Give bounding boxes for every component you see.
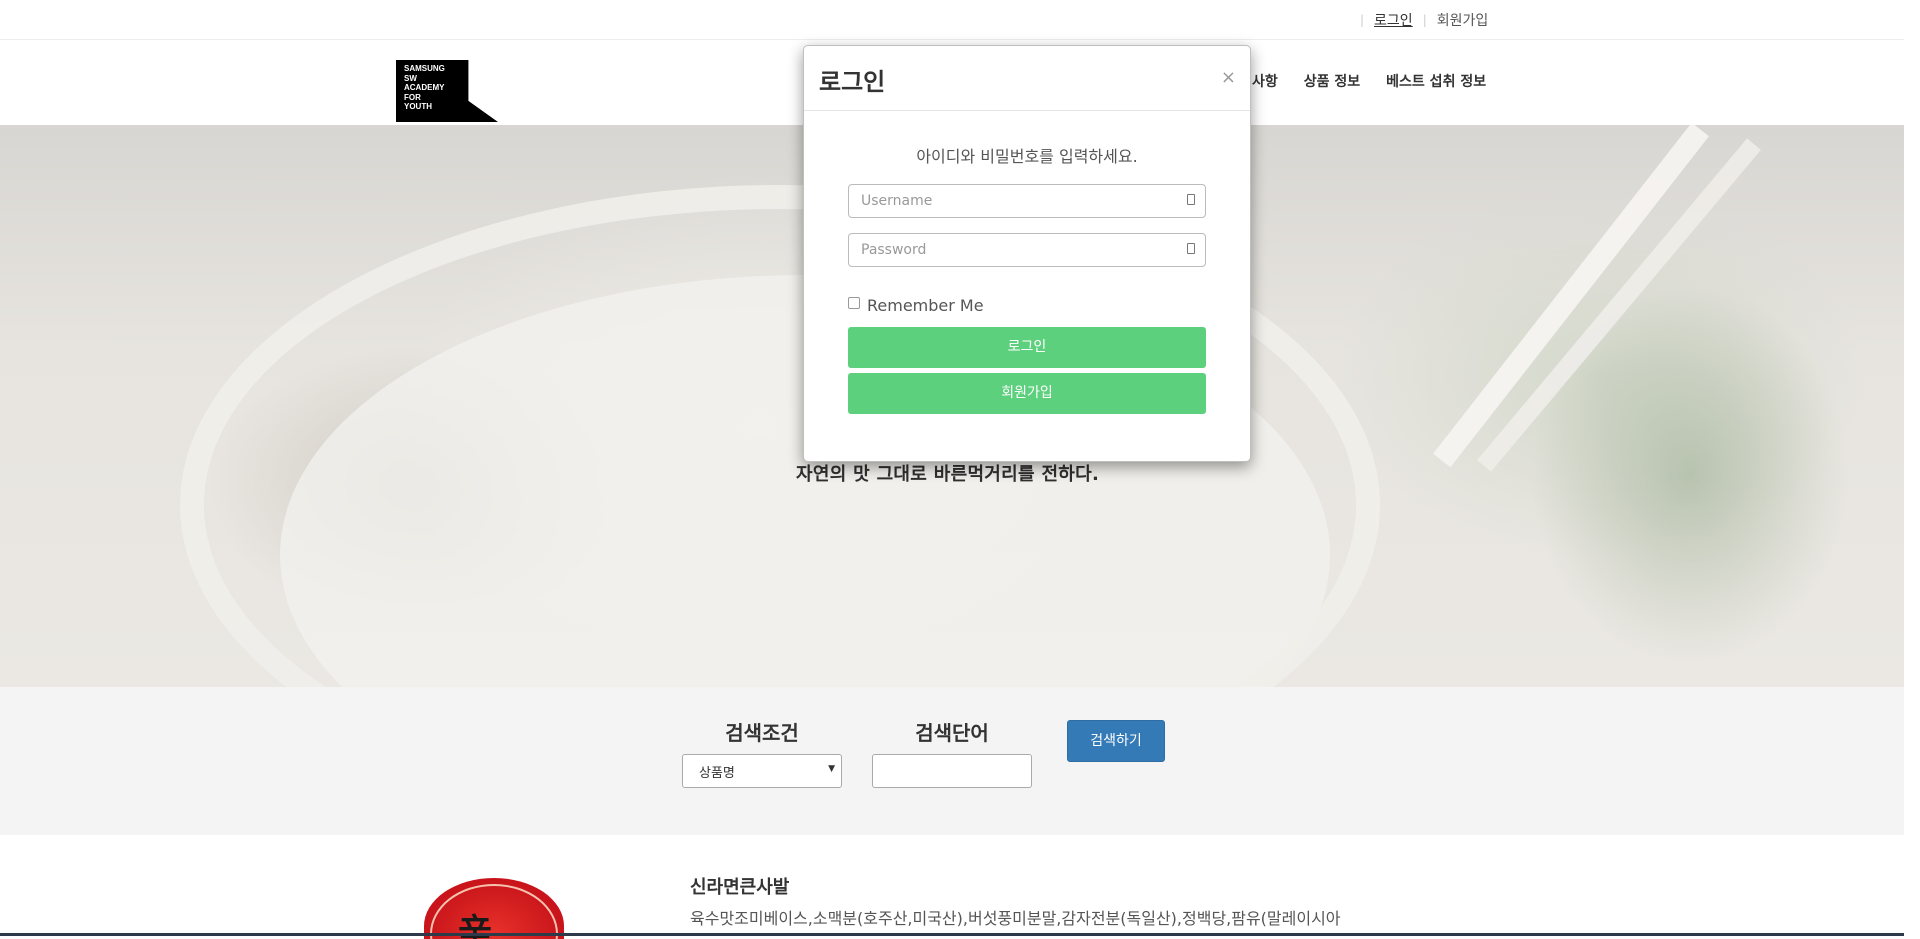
signup-button[interactable]: 회원가입 [848,373,1206,414]
logo-text: SAMSUNG SW ACADEMY FOR YOUTH [404,64,445,111]
close-icon[interactable]: × [1221,69,1236,87]
product-image[interactable]: 辛 [424,878,564,939]
password-placeholder: Password [861,242,927,258]
remember-me: Remember Me [848,296,984,315]
search-button[interactable]: 검색하기 [1067,720,1165,762]
login-modal: 로그인 × 아이디와 비밀번호를 입력하세요. Username Passwor… [803,45,1251,462]
field-icon [1187,243,1195,254]
signup-link[interactable]: 회원가입 [1437,10,1489,30]
search-condition-label: 검색조건 [725,721,799,745]
login-link[interactable]: 로그인 [1374,10,1413,30]
search-keyword-label: 검색단어 [915,721,989,745]
login-instruction: 아이디와 비밀번호를 입력하세요. [916,147,1138,166]
chevron-down-icon: ▼ [828,764,835,774]
search-condition-select[interactable]: 상품명 ▼ [682,754,842,788]
username-placeholder: Username [861,193,933,209]
main-nav: 사항 상품 정보 베스트 섭취 정보 [1252,71,1512,91]
login-submit-button[interactable]: 로그인 [848,327,1206,368]
site-logo[interactable]: SAMSUNG SW ACADEMY FOR YOUTH [396,60,498,122]
modal-header: 로그인 × [804,46,1250,111]
search-condition-value: 상품명 [699,766,735,781]
product-list-item: 辛 신라면큰사발 육수맛조미베이스,소맥분(호주산,미국산),버섯풍미분말,감자… [0,835,1904,939]
remember-me-label[interactable]: Remember Me [867,296,984,315]
modal-title: 로그인 [819,68,886,96]
nav-item-notice[interactable]: 사항 [1252,71,1278,91]
search-keyword-field: 검색단어 [872,717,1032,788]
account-links: | 로그인 | 회원가입 [1350,10,1488,30]
search-keyword-input[interactable] [872,754,1032,788]
top-utility-bar: | 로그인 | 회원가입 [0,0,1904,40]
search-condition-field: 검색조건 상품명 ▼ [682,717,842,788]
link-separator: | [1422,13,1427,27]
password-input[interactable]: Password [848,233,1206,267]
remember-me-checkbox[interactable] [848,296,860,309]
product-name[interactable]: 신라면큰사발 [690,873,789,899]
product-description: 육수맛조미베이스,소맥분(호주산,미국산),버섯풍미분말,감자전분(독일산),정… [690,909,1341,928]
field-icon [1187,194,1195,205]
nav-item-product-info[interactable]: 상품 정보 [1304,71,1360,91]
product-image-ring [430,884,558,939]
page-scrollbar[interactable] [1904,0,1920,939]
bottom-divider [0,933,1904,936]
username-input[interactable]: Username [848,184,1206,218]
search-section: 검색조건 상품명 ▼ 검색단어 검색하기 [0,687,1904,835]
link-separator: | [1360,13,1365,27]
nav-item-best-intake[interactable]: 베스트 섭취 정보 [1386,71,1486,91]
hero-tagline: 자연의 맛 그대로 바른먹거리를 전하다. [796,464,1100,485]
